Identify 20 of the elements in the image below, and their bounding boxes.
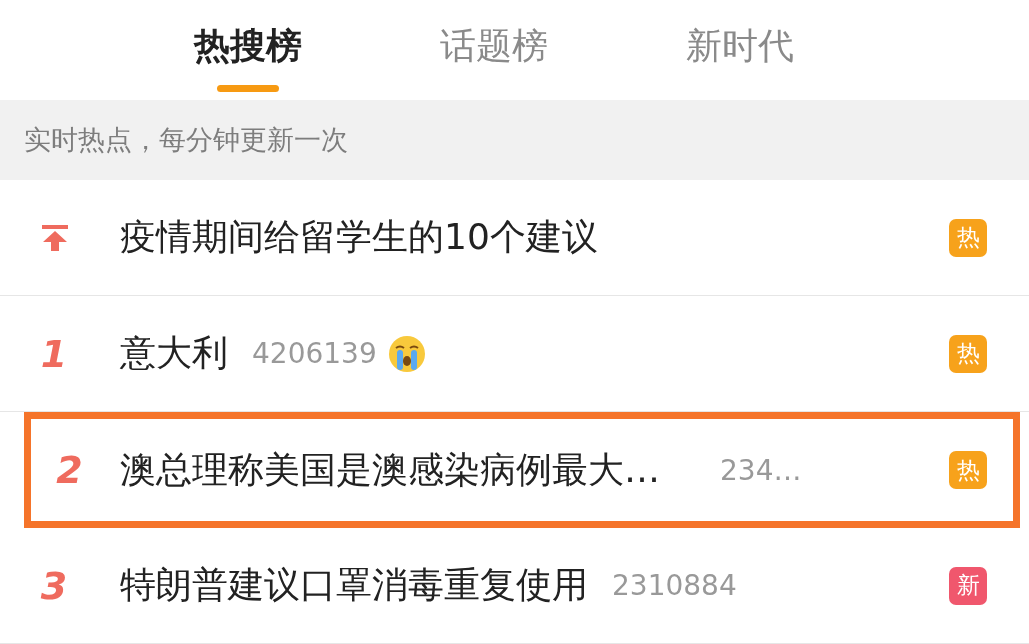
hot-badge: 热 (949, 451, 987, 489)
trending-item[interactable]: 1 意大利 4206139 热 (0, 296, 1029, 412)
topic-title: 疫情期间给留学生的10个建议 (120, 215, 598, 259)
trending-item[interactable]: 3 特朗普建议口罩消毒重复使用 2310884 新 (0, 528, 1029, 644)
trending-item[interactable]: 疫情期间给留学生的10个建议 热 (0, 180, 1029, 296)
topic-title: 澳总理称美国是澳感染病例最大… (120, 447, 660, 492)
hot-badge: 新 (949, 566, 987, 605)
rank-number: 1 (40, 331, 69, 376)
rank-number: 2 (56, 448, 84, 492)
notice-text: 实时热点，每分钟更新一次 (24, 123, 348, 157)
topic-title: 特朗普建议口罩消毒重复使用 (120, 563, 588, 607)
hot-badge: 热 (949, 218, 987, 257)
trending-item[interactable]: 2 澳总理称美国是澳感染病例最大… 234… 热 (24, 412, 1020, 528)
heat-count: 2310884 (612, 569, 737, 602)
heat-count: 4206139 (252, 337, 377, 370)
tab[interactable]: 热搜榜 (194, 0, 302, 100)
hot-badge: 热 (949, 334, 987, 373)
rank-number: 3 (40, 563, 69, 608)
heat-count: 234… (720, 453, 802, 487)
topic-title: 意大利 (120, 331, 228, 375)
